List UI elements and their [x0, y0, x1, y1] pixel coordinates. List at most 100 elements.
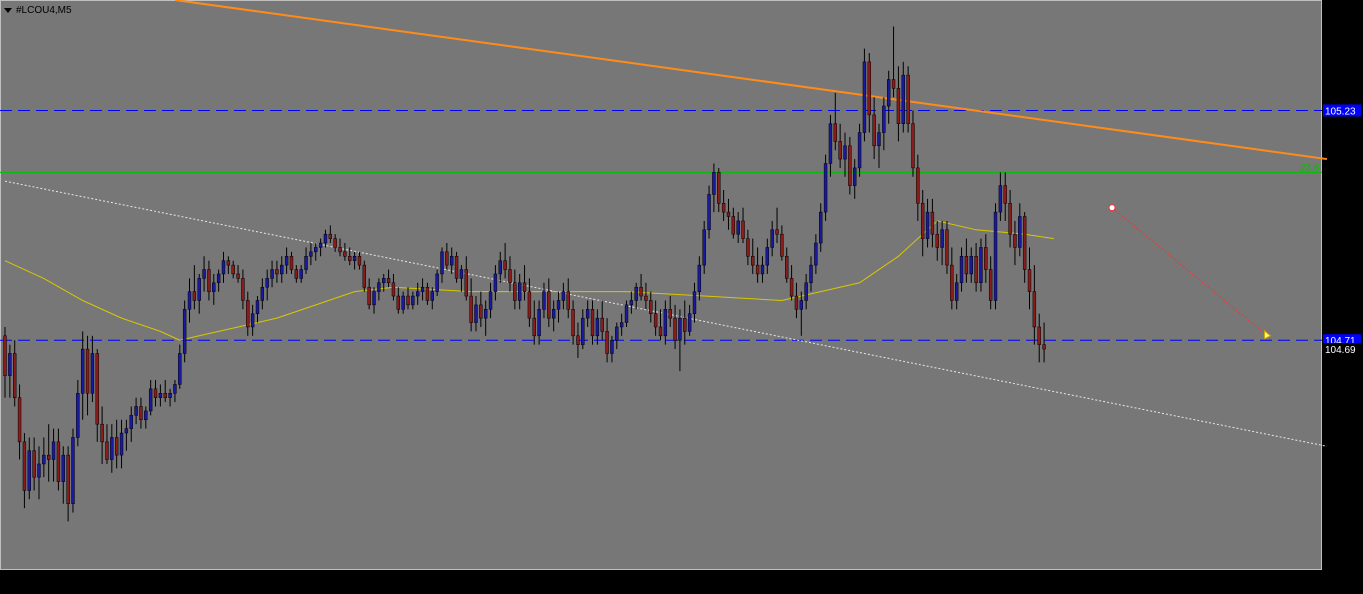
candle-body	[590, 309, 595, 337]
candle-body	[396, 295, 401, 310]
symbol-name: #LCOU4,M5	[16, 5, 72, 16]
candle-body	[250, 313, 255, 328]
candle-body	[911, 123, 915, 169]
candle-body	[833, 123, 837, 142]
candle-body	[717, 172, 721, 204]
candle-body	[683, 317, 687, 332]
candle-body	[260, 286, 265, 301]
candle-body	[280, 264, 284, 275]
x-tick-label: 6 Aug 17:30	[899, 574, 953, 585]
candle-body	[348, 256, 352, 261]
candle-body	[333, 238, 337, 248]
x-tick-label: 6 Aug 06:30	[387, 574, 441, 585]
y-tick-label: 104.25	[1328, 539, 1359, 550]
candle-body	[595, 317, 600, 337]
candle-body	[1042, 344, 1046, 350]
candle-body	[576, 335, 580, 345]
dropdown-arrow-icon[interactable]	[4, 7, 12, 13]
candle-body	[284, 256, 289, 266]
candle-body	[775, 229, 779, 235]
candle-body	[935, 233, 939, 248]
candle-body	[110, 437, 114, 460]
candle-body	[498, 260, 502, 275]
candle-body	[22, 441, 27, 491]
candle-body	[503, 260, 507, 270]
candle-body	[736, 220, 740, 235]
candle-body	[780, 233, 784, 257]
candle-body	[420, 286, 425, 292]
candle-body	[547, 291, 551, 319]
candle-body	[877, 132, 881, 147]
candle-body	[649, 300, 653, 314]
candle-body	[163, 393, 167, 398]
candle-body	[372, 291, 376, 306]
x-tick-label: 5 Aug 22:20	[131, 574, 185, 585]
candle-body	[430, 291, 434, 301]
candle-body	[1003, 185, 1007, 204]
candle-body	[46, 454, 51, 460]
symbol-header[interactable]: #LCOU4,M5	[4, 5, 72, 16]
candle-body	[532, 317, 536, 337]
candle-body	[386, 278, 391, 284]
candle-body	[712, 172, 716, 195]
candle-body	[581, 317, 585, 345]
candle-body	[1022, 216, 1027, 270]
candle-body	[483, 309, 488, 319]
candle-body	[916, 167, 920, 204]
candle-body	[454, 256, 459, 279]
candle-body	[896, 88, 901, 124]
candle-body	[585, 309, 590, 319]
candle-body	[984, 247, 988, 270]
candle-body	[804, 282, 808, 301]
candle-body	[561, 291, 566, 301]
y-tick-label: 104.55	[1328, 407, 1359, 418]
candle-body	[901, 74, 905, 124]
candle-body	[241, 278, 245, 301]
candle-body	[318, 242, 323, 248]
candle-body	[309, 251, 313, 257]
y-tick-label: 104.85	[1328, 274, 1359, 285]
candle-body	[304, 256, 308, 270]
x-tick-label: 6 Aug 12:10	[643, 574, 697, 585]
candle-body	[1013, 233, 1017, 248]
candle-body	[615, 326, 619, 341]
candle-body	[459, 269, 464, 279]
candle-body	[872, 114, 876, 147]
candle-body	[129, 415, 133, 429]
candle-body	[367, 286, 371, 306]
chart-canvas[interactable]: 105.45105.35105.25105.15105.05104.95104.…	[0, 0, 1363, 589]
candle-body	[139, 406, 143, 421]
candle-body	[119, 432, 124, 456]
x-tick-label: 6 Aug 09:30	[515, 574, 569, 585]
candle-body	[255, 300, 260, 314]
candle-body	[71, 437, 75, 504]
candle-body	[80, 348, 85, 394]
candle-body	[182, 309, 187, 354]
candle-body	[891, 79, 896, 89]
candle-body	[8, 353, 12, 376]
x-tick-label: 6 Aug 14:50	[771, 574, 825, 585]
candle-body	[323, 233, 328, 244]
candle-body	[721, 203, 726, 213]
candle-body	[153, 388, 158, 398]
candle-body	[158, 393, 163, 398]
candle-body	[624, 304, 629, 323]
candle-body	[566, 291, 570, 310]
candle-body	[406, 295, 410, 306]
candle-body	[692, 291, 697, 314]
candle-body	[362, 264, 367, 288]
candle-body	[998, 185, 1003, 213]
candle-body	[1032, 291, 1037, 328]
candle-body	[765, 247, 770, 266]
candle-body	[551, 309, 556, 319]
candle-body	[853, 167, 857, 186]
candle-body	[537, 309, 541, 337]
y-tick-label: 104.75	[1328, 319, 1359, 330]
candle-body	[867, 61, 871, 116]
y-tick-label: 104.95	[1328, 230, 1359, 241]
candle-body	[508, 269, 512, 284]
candle-body	[464, 269, 468, 297]
candle-body	[920, 203, 925, 239]
candle-body	[416, 291, 420, 297]
price-chart[interactable]: 105.45 105.35 105.25 105.15 105.05 104.95 104.…	[0, 0, 1363, 589]
